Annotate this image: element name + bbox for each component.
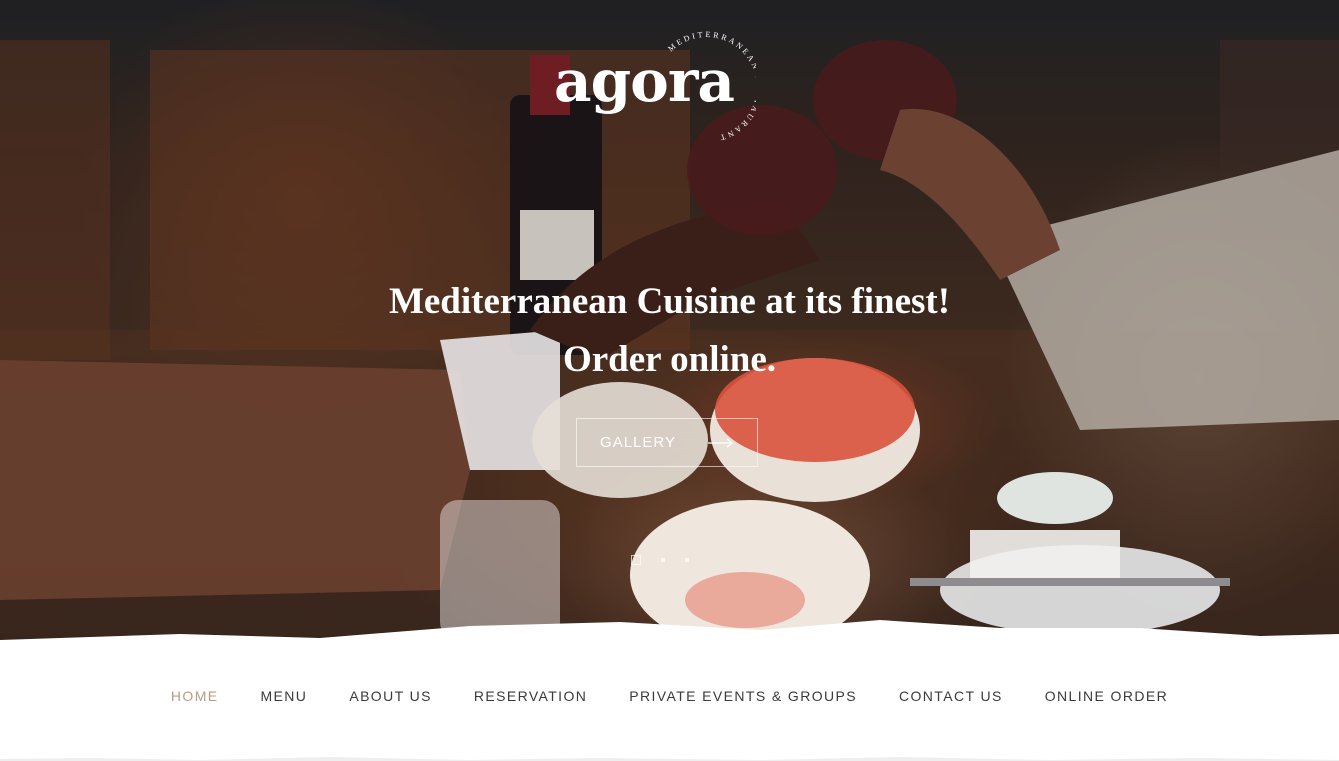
gallery-button[interactable]: GALLERY (576, 418, 758, 467)
nav-item-online-order[interactable]: ONLINE ORDER (1024, 688, 1189, 712)
slide-indicator[interactable] (661, 558, 665, 562)
nav-item-contact-us[interactable]: CONTACT US (878, 688, 1024, 712)
nav-item-reservation[interactable]: RESERVATION (453, 688, 608, 712)
arrow-right-icon (707, 438, 733, 447)
hero-wave-divider (0, 620, 1339, 640)
logo-ring-text: MEDITERRANEAN RESTAURANT (666, 30, 756, 142)
nav-item-about-us[interactable]: ABOUT US (328, 688, 453, 712)
nav-item-home[interactable]: HOME (150, 688, 240, 712)
svg-text:MEDITERRANEAN RESTAURANT: MEDITERRANEAN RESTAURANT (666, 30, 756, 142)
nav-item-private-events[interactable]: PRIVATE EVENTS & GROUPS (608, 688, 878, 712)
nav-item-menu[interactable]: MENU (240, 688, 329, 712)
gallery-button-label: GALLERY (600, 434, 676, 451)
brand-logo[interactable]: agora MEDITERRANEAN RESTAURANT (546, 22, 756, 142)
logo-ring-icon: MEDITERRANEAN RESTAURANT (666, 30, 756, 142)
slide-indicator[interactable] (685, 558, 689, 562)
slide-indicator-active[interactable] (631, 555, 641, 565)
slider-pagination (631, 555, 689, 565)
hero-subheadline: Order online. (562, 339, 777, 380)
hero-headline: Mediterranean Cuisine at its finest! (388, 281, 951, 322)
bottom-wave-divider (0, 757, 1339, 761)
hero-banner: agora MEDITERRANEAN RESTAURANT Mediterra… (0, 0, 1339, 640)
main-navigation: HOME MENU ABOUT US RESERVATION PRIVATE E… (0, 688, 1339, 712)
